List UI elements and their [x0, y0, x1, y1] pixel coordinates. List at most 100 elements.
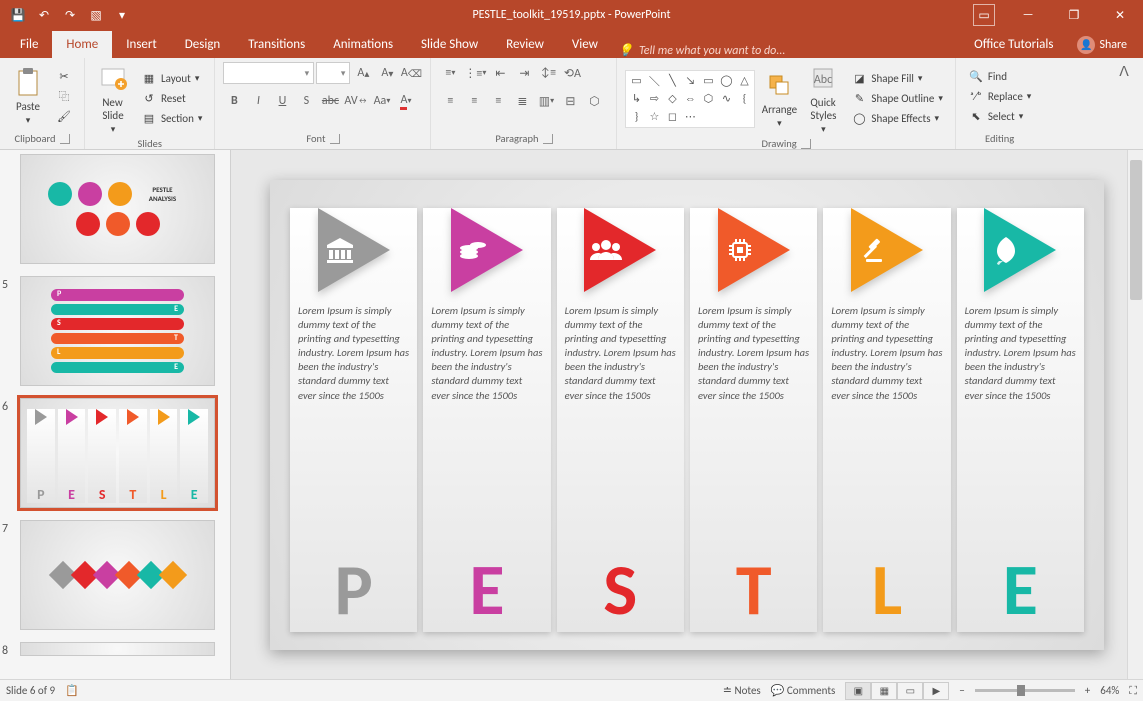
paragraph-dialog-launcher[interactable] [543, 134, 553, 144]
column-letter: E [1003, 550, 1038, 626]
clear-formatting-button[interactable]: A⌫ [400, 62, 422, 84]
zoom-handle[interactable] [1017, 685, 1025, 696]
tab-insert[interactable]: Insert [112, 31, 171, 58]
undo-button[interactable]: ↶ [32, 3, 56, 27]
thumbnail-slide-8[interactable]: 8 [20, 642, 224, 656]
font-dialog-launcher[interactable] [330, 134, 340, 144]
shape-effects-button[interactable]: ◯Shape Effects▾ [847, 110, 946, 128]
coins-icon [458, 237, 488, 263]
redo-button[interactable]: ↷ [58, 3, 82, 27]
notes-button[interactable]: ≐ Notes [723, 684, 761, 697]
scroll-thumb[interactable] [1130, 160, 1142, 300]
tab-animations[interactable]: Animations [319, 31, 407, 58]
tab-transitions[interactable]: Transitions [234, 31, 319, 58]
grow-font-button[interactable]: A▴ [352, 62, 374, 84]
zoom-level[interactable]: 64% [1100, 684, 1119, 697]
save-button[interactable]: 💾 [6, 3, 30, 27]
line-spacing-button[interactable]: ↕≡ [537, 62, 559, 84]
tab-design[interactable]: Design [171, 31, 234, 58]
tab-file[interactable]: File [6, 31, 52, 58]
slide-count[interactable]: Slide 6 of 9 [6, 684, 55, 697]
tab-view[interactable]: View [558, 31, 612, 58]
justify-button[interactable]: ≣ [511, 90, 533, 112]
arrange-button[interactable]: Arrange▾ [759, 69, 799, 129]
text-direction-button[interactable]: ⟲A [561, 62, 583, 84]
thumbnail-slide-5[interactable]: 5 PESTLE [20, 276, 224, 386]
thumbnail-slide-6[interactable]: 6 PESTLE [20, 398, 224, 508]
normal-view-button[interactable]: ▣ [845, 682, 871, 700]
new-slide-button[interactable]: New Slide▾ [93, 62, 133, 135]
shape-oval-icon: ◯ [718, 73, 734, 89]
title-bar: 💾 ↶ ↷ ▧ ▾ PESTLE_toolkit_19519.pptx - Po… [0, 0, 1143, 30]
columns-button[interactable]: ▥▾ [535, 90, 557, 112]
find-button[interactable]: 🔍Find [964, 67, 1035, 85]
thumbnail-slide-7[interactable]: 7 [20, 520, 224, 630]
layout-button[interactable]: ▦Layout▾ [137, 70, 206, 88]
arrow-ribbon [563, 208, 678, 292]
tab-slideshow[interactable]: Slide Show [407, 31, 492, 58]
clipboard-dialog-launcher[interactable] [60, 134, 70, 144]
spellcheck-button[interactable]: 📋 [65, 684, 79, 697]
format-painter-button[interactable]: 🖌 [52, 107, 76, 125]
decrease-indent-button[interactable]: ⇤ [489, 62, 511, 84]
slideshow-view-button[interactable]: ▶ [923, 682, 949, 700]
shape-line2-icon: ╲ [664, 73, 680, 89]
shapes-gallery[interactable]: ▭＼╲↘▭◯ △↳⇨◇⇔⬡ ∿{}☆◻⋯ [625, 70, 755, 128]
zoom-slider[interactable] [975, 689, 1075, 692]
select-button[interactable]: ⬉Select▾ [964, 107, 1035, 125]
align-text-button[interactable]: ⊟ [559, 90, 581, 112]
underline-button[interactable]: U [271, 90, 293, 112]
copy-button[interactable]: ⿻ [52, 87, 76, 105]
strikethrough-button[interactable]: abc [319, 90, 341, 112]
numbering-button[interactable]: ⋮≡▾ [463, 62, 487, 84]
office-tutorials-link[interactable]: Office Tutorials [960, 31, 1067, 58]
fit-to-window-button[interactable]: ⛶ [1129, 684, 1137, 698]
reading-view-button[interactable]: ▭ [897, 682, 923, 700]
slide-canvas-area[interactable]: Lorem Ipsum is simply dummy text of the … [231, 150, 1143, 679]
restore-button[interactable]: ❐ [1051, 0, 1097, 30]
font-size-combo[interactable]: ▾ [316, 62, 350, 84]
paste-button[interactable]: Paste▾ [8, 66, 48, 126]
sorter-view-button[interactable]: ▦ [871, 682, 897, 700]
shape-outline-button[interactable]: ✎Shape Outline▾ [847, 90, 946, 108]
thumbnail-slide-4[interactable]: PESTLEANALYSIS [20, 154, 224, 264]
share-button[interactable]: 👤Share [1067, 31, 1137, 58]
drawing-dialog-launcher[interactable] [801, 139, 811, 149]
char-spacing-button[interactable]: AV↔ [343, 90, 369, 112]
replace-button[interactable]: ᵃ⁄ᵇReplace▾ [964, 87, 1035, 105]
slide-thumbnails-panel[interactable]: PESTLEANALYSIS 5 PESTLE 6 PESTLE 7 8 [0, 150, 231, 679]
comments-button[interactable]: 💬 Comments [771, 684, 836, 697]
align-left-button[interactable]: ≡ [439, 90, 461, 112]
align-center-button[interactable]: ≡ [463, 90, 485, 112]
ribbon-display-options-button[interactable]: ▭ [973, 4, 995, 26]
bold-button[interactable]: B [223, 90, 245, 112]
font-family-combo[interactable]: ▾ [223, 62, 314, 84]
cut-button[interactable]: ✂ [52, 67, 76, 85]
vertical-scrollbar[interactable] [1127, 150, 1143, 679]
zoom-in-button[interactable]: + [1085, 684, 1090, 697]
change-case-button[interactable]: Aa▾ [371, 90, 393, 112]
shrink-font-button[interactable]: A▾ [376, 62, 398, 84]
increase-indent-button[interactable]: ⇥ [513, 62, 535, 84]
font-color-button[interactable]: A▾ [395, 90, 417, 112]
search-icon: 🔍 [968, 68, 984, 84]
tab-home[interactable]: Home [52, 31, 112, 58]
minimize-button[interactable]: — [1005, 0, 1051, 30]
shadow-button[interactable]: S [295, 90, 317, 112]
section-button[interactable]: ▤Section▾ [137, 110, 206, 128]
close-button[interactable]: ✕ [1097, 0, 1143, 30]
shape-fill-button[interactable]: ◪Shape Fill▾ [847, 70, 946, 88]
zoom-out-button[interactable]: − [959, 684, 964, 697]
tab-review[interactable]: Review [492, 31, 558, 58]
smartart-button[interactable]: ⬡ [583, 90, 605, 112]
qat-customize-button[interactable]: ▾ [110, 3, 134, 27]
quick-styles-button[interactable]: Abc Quick Styles▾ [803, 62, 843, 135]
bank-icon [325, 237, 355, 263]
bullets-button[interactable]: ≡▾ [439, 62, 461, 84]
collapse-ribbon-button[interactable]: ᐱ [1113, 62, 1135, 81]
align-right-button[interactable]: ≡ [487, 90, 509, 112]
reset-button[interactable]: ↺Reset [137, 90, 206, 108]
start-slideshow-button[interactable]: ▧ [84, 3, 108, 27]
tell-me-box[interactable]: 💡Tell me what you want to do... [618, 43, 960, 58]
italic-button[interactable]: I [247, 90, 269, 112]
